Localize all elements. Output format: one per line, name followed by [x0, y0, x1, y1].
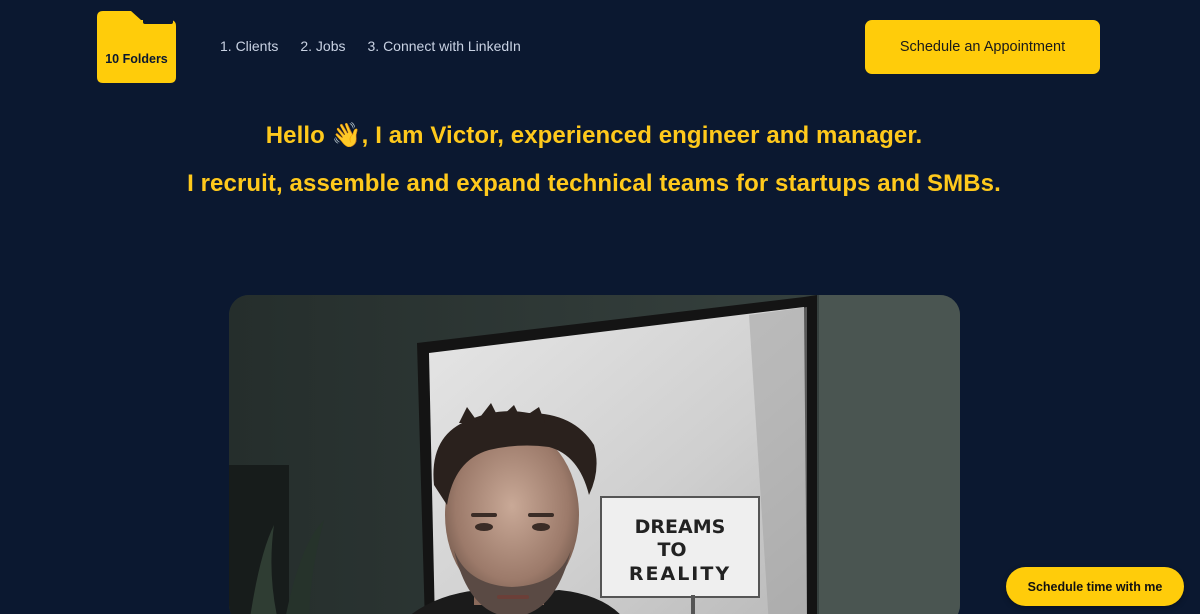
nav-item-clients[interactable]: 1. Clients — [220, 38, 278, 54]
main-nav: 1. Clients 2. Jobs 3. Connect with Linke… — [220, 38, 521, 54]
nav-item-linkedin[interactable]: 3. Connect with LinkedIn — [368, 38, 521, 54]
hero-tagline: I recruit, assemble and expand technical… — [187, 170, 1001, 197]
schedule-appointment-button[interactable]: Schedule an Appointment — [865, 20, 1100, 74]
folder-icon — [97, 11, 176, 83]
schedule-time-button[interactable]: Schedule time with me — [1006, 567, 1184, 606]
sign-line-1: DREAMS — [635, 516, 726, 538]
sign-line-3: REALITY — [629, 563, 731, 585]
hero-greeting: Hello 👋, I am Victor, experienced engine… — [265, 122, 923, 149]
sign-line-2: TO — [657, 539, 686, 561]
nav-item-jobs[interactable]: 2. Jobs — [300, 38, 345, 54]
page: 10 Folders 1. Clients 2. Jobs 3. Connect… — [0, 0, 1200, 614]
profile-photo: DREAMS TO REALITY — [229, 295, 960, 614]
logo-link[interactable]: 10 Folders — [97, 11, 176, 83]
logo-text: 10 Folders — [105, 52, 168, 66]
